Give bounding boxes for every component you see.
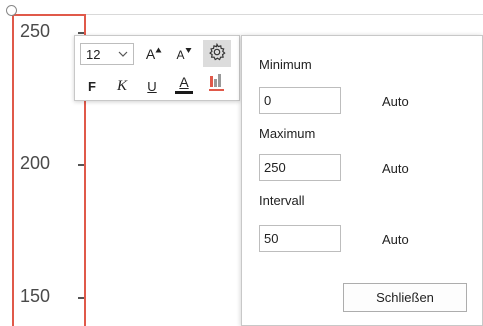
maximum-label: Maximum (259, 126, 316, 141)
tick-label-150: 150 (20, 286, 51, 306)
tick-mark-200 (78, 164, 84, 166)
underline-label: U (147, 78, 157, 94)
settings-button[interactable] (203, 40, 231, 67)
bold-label: F (88, 78, 96, 94)
grow-font-label: A (145, 46, 156, 62)
bold-button[interactable]: F (83, 74, 101, 98)
italic-label: K (116, 77, 127, 94)
chevron-down-icon (118, 47, 128, 64)
interval-input[interactable] (259, 225, 341, 252)
italic-button[interactable]: K (113, 74, 131, 98)
minimum-input[interactable] (259, 87, 341, 114)
tick-label-250: 250 (20, 21, 51, 41)
chart-axis-editor: 250 200 150 12 A A F K U A Minimum 0 Aut… (0, 0, 483, 326)
shrink-font-icon: A (176, 46, 191, 62)
interval-auto-button[interactable]: Auto (382, 232, 409, 247)
chart-fill-button[interactable] (206, 72, 228, 96)
gear-icon (208, 42, 226, 64)
font-color-icon: A (175, 73, 193, 94)
selection-anchor-handle[interactable] (6, 5, 17, 16)
font-color-swatch (175, 90, 193, 94)
underline-button[interactable]: U (143, 74, 161, 98)
font-size-value: 12 (86, 46, 101, 62)
font-color-label: A (179, 73, 189, 90)
maximum-input[interactable] (259, 154, 341, 181)
chart-fill-icon (208, 73, 226, 96)
font-color-button[interactable]: A (173, 72, 195, 96)
close-button[interactable]: Schließen (343, 283, 467, 312)
grow-font-button[interactable]: A (143, 42, 165, 66)
grow-font-icon: A (146, 46, 162, 62)
tick-mark-250 (78, 32, 84, 34)
interval-label: Intervall (259, 193, 305, 208)
shrink-font-label: A (176, 48, 185, 62)
minimum-auto-button[interactable]: Auto (382, 94, 409, 109)
tick-mark-150 (78, 297, 84, 299)
format-toolbar: 12 A A F K U A (74, 35, 240, 101)
axis-scale-panel: Minimum Auto Maximum Auto Intervall Auto… (241, 35, 483, 326)
top-gridline (86, 14, 483, 15)
tick-label-200: 200 (20, 153, 51, 173)
font-size-select[interactable]: 12 (80, 43, 134, 65)
minimum-label: Minimum (259, 57, 312, 72)
shrink-font-button[interactable]: A (173, 42, 195, 66)
maximum-auto-button[interactable]: Auto (382, 161, 409, 176)
